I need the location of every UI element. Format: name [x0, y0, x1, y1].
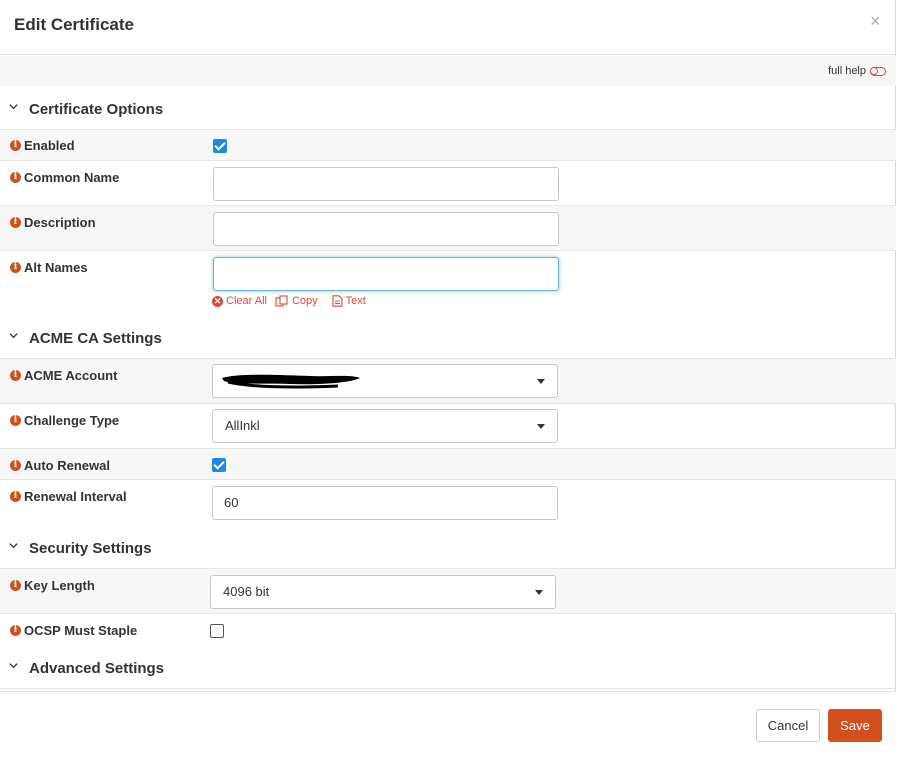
section-title: Security Settings [29, 540, 152, 557]
ocsp-must-staple-checkbox[interactable] [210, 624, 224, 638]
row-acme-account: i ACME Account [0, 358, 896, 403]
section-title: ACME CA Settings [29, 330, 162, 347]
chevron-down-icon [9, 663, 18, 669]
text-label: Text [345, 295, 366, 307]
info-icon[interactable]: i [10, 262, 21, 273]
info-icon[interactable]: i [10, 172, 21, 183]
dialog-footer: Cancel Save [0, 691, 896, 758]
document-icon [332, 295, 343, 307]
field-label: Auto Renewal [24, 458, 110, 473]
alt-names-actions: ✕ Clear All Copy Text [212, 295, 366, 307]
section-title: Advanced Settings [29, 660, 165, 677]
field-label: ACME Account [24, 368, 118, 383]
copy-label: Copy [291, 295, 318, 307]
close-icon[interactable]: × [870, 11, 881, 32]
section-title: Certificate Options [29, 101, 164, 118]
chevron-down-icon [9, 104, 18, 110]
row-auto-renewal: i Auto Renewal [0, 448, 896, 479]
help-bar: full help [0, 56, 896, 86]
dialog-header: Edit Certificate × [0, 0, 896, 55]
section-acme-ca-settings[interactable]: ACME CA Settings [0, 317, 896, 357]
row-renewal-interval: i Renewal Interval 60 [0, 479, 896, 527]
field-label: Enabled [24, 138, 75, 153]
redaction-scribble [222, 374, 360, 389]
challenge-type-value: AllInkl [225, 418, 260, 433]
key-length-value: 4096 bit [223, 584, 270, 599]
chevron-down-icon [9, 543, 18, 549]
row-alt-names: i Alt Names [0, 250, 896, 318]
row-description: i Description [0, 205, 896, 250]
auto-renewal-checkbox[interactable] [212, 458, 226, 472]
info-icon[interactable]: i [10, 370, 21, 381]
field-label: Challenge Type [24, 413, 120, 428]
x-circle-icon: ✕ [212, 295, 223, 307]
field-label: OCSP Must Staple [24, 623, 138, 638]
alt-names-input[interactable] [213, 257, 559, 291]
row-enabled: i Enabled [0, 129, 896, 160]
dialog-title: Edit Certificate [14, 15, 134, 34]
toggle-icon[interactable] [870, 66, 886, 76]
full-help-label: full help [828, 65, 866, 77]
copy-button[interactable]: Copy [275, 295, 318, 307]
renewal-interval-input[interactable]: 60 [212, 486, 558, 520]
challenge-type-select[interactable]: AllInkl [212, 409, 558, 443]
full-help-toggle[interactable]: full help [828, 65, 886, 77]
info-icon[interactable]: i [10, 140, 21, 151]
save-button[interactable]: Save [828, 709, 882, 742]
key-length-select[interactable]: 4096 bit [210, 575, 556, 609]
description-input[interactable] [213, 212, 559, 246]
clear-all-button[interactable]: ✕ Clear All [212, 295, 267, 307]
section-advanced-settings[interactable]: Advanced Settings [0, 647, 896, 687]
row-common-name: i Common Name [0, 160, 896, 205]
text-button[interactable]: Text [332, 295, 366, 307]
caret-down-icon [537, 424, 545, 429]
caret-down-icon [535, 590, 543, 595]
field-label: Common Name [24, 170, 120, 185]
field-label: Key Length [24, 578, 95, 593]
edit-certificate-dialog: Edit Certificate × full help Certificate… [0, 0, 896, 758]
enabled-checkbox[interactable] [213, 139, 227, 153]
info-icon[interactable]: i [10, 491, 21, 502]
info-icon[interactable]: i [10, 217, 21, 228]
chevron-down-icon [9, 333, 18, 339]
row-challenge-type: i Challenge Type AllInkl [0, 403, 896, 448]
info-icon[interactable]: i [10, 580, 21, 591]
clear-all-label: Clear All [226, 295, 267, 307]
cancel-button[interactable]: Cancel [756, 709, 820, 742]
field-label: Renewal Interval [24, 489, 127, 504]
field-label: Alt Names [24, 260, 88, 275]
info-icon[interactable]: i [10, 460, 21, 471]
info-icon[interactable]: i [10, 625, 21, 636]
caret-down-icon [537, 379, 545, 384]
section-security-settings[interactable]: Security Settings [0, 527, 896, 567]
row-ocsp-must-staple: i OCSP Must Staple [0, 613, 896, 647]
row-key-length: i Key Length 4096 bit [0, 568, 896, 613]
info-icon[interactable]: i [10, 415, 21, 426]
common-name-input[interactable] [213, 167, 559, 201]
field-label: Description [24, 215, 96, 230]
section-certificate-options[interactable]: Certificate Options [0, 88, 896, 128]
copy-icon [275, 295, 288, 307]
